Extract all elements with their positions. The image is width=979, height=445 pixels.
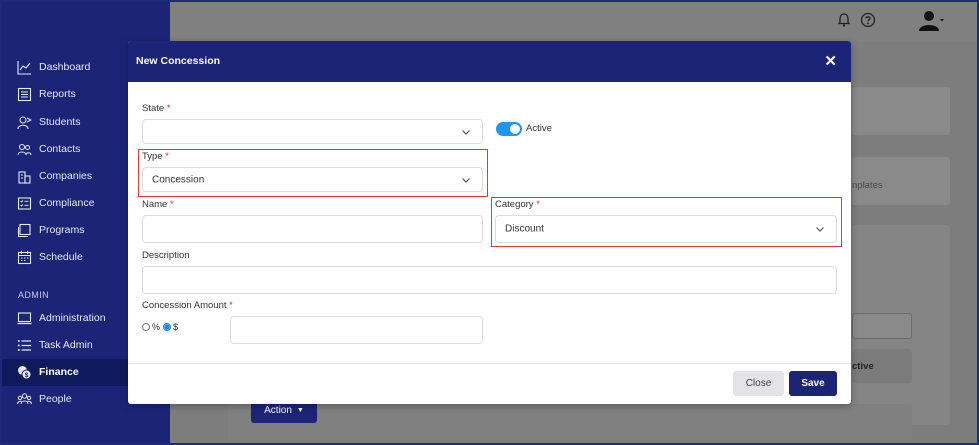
window-frame [0, 0, 979, 445]
